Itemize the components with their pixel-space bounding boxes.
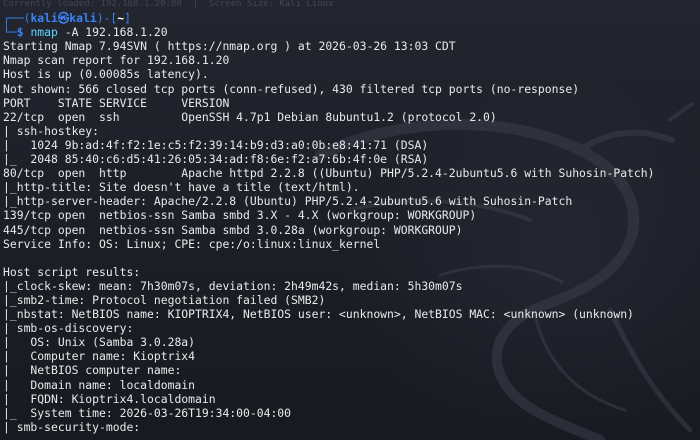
prompt-frame-middle: )-[: [96, 11, 118, 26]
output-line: Host is up (0.00085s latency).: [3, 67, 209, 82]
command-line[interactable]: └─$ nmap -A 192.168.1.20: [3, 25, 700, 39]
command-arguments: -A 192.168.1.20: [57, 25, 168, 40]
output-line: | OS: Unix (Samba 3.0.28a): [3, 335, 196, 350]
prompt-user-host: kali㉿kali: [30, 11, 97, 26]
output-line: Starting Nmap 7.94SVN ( https://nmap.org…: [3, 39, 456, 54]
prompt-frame-close: ]: [124, 11, 131, 26]
scan-output: Starting Nmap 7.94SVN ( https://nmap.org…: [3, 39, 700, 434]
output-line: 80/tcp open http Apache httpd 2.2.8 ((Ub…: [3, 166, 655, 181]
prompt-corner: └─: [3, 25, 17, 40]
output-line: |_ System time: 2026-03-26T19:34:00-04:0…: [3, 405, 292, 420]
output-line: | Computer name: Kioptrix4: [3, 349, 196, 364]
prompt-dollar: $: [16, 25, 31, 40]
terminal-window[interactable]: Currently loaded: 192.168.1.20:80 | Scre…: [0, 0, 700, 440]
terminal-output: Currently loaded: 192.168.1.20:80 | Scre…: [3, 0, 700, 434]
output-line: |_ 2048 85:40:c6:d5:41:26:05:34:ad:f8:6e…: [3, 152, 429, 167]
output-line: Not shown: 566 closed tcp ports (conn-re…: [3, 81, 580, 96]
output-line: 139/tcp open netbios-ssn Samba smbd 3.X …: [3, 208, 477, 223]
output-line: | smb-security-mode:: [3, 419, 141, 434]
output-line: |_http-server-header: Apache/2.2.8 (Ubun…: [3, 194, 573, 209]
output-line: | smb-os-discovery:: [3, 321, 134, 336]
output-line: PORT STATE SERVICE VERSION: [3, 95, 230, 110]
output-line: | FQDN: Kioptrix4.localdomain: [3, 391, 216, 406]
output-line: | ssh-hostkey:: [3, 123, 100, 138]
output-line: 445/tcp open netbios-ssn Samba smbd 3.0.…: [3, 222, 463, 237]
output-line: |_clock-skew: mean: 7h30m07s, deviation:…: [3, 278, 463, 293]
prompt-header: ┌──(kali㉿kali)-[~]: [3, 11, 700, 25]
output-line: Service Info: OS: Linux; CPE: cpe:/o:lin…: [3, 236, 381, 251]
output-line: | 1024 9b:ad:4f:f2:1e:c5:f2:39:14:b9:d3:…: [3, 137, 429, 152]
output-line: 22/tcp open ssh OpenSSH 4.7p1 Debian 8ub…: [3, 109, 497, 124]
output-line: Nmap scan report for 192.168.1.20: [3, 53, 230, 68]
output-line: |_nbstat: NetBIOS name: KIOPTRIX4, NetBI…: [3, 307, 634, 322]
output-line: |_smb2-time: Protocol negotiation failed…: [3, 292, 326, 307]
output-line: | NetBIOS computer name:: [3, 363, 182, 378]
output-line: Host script results:: [3, 264, 141, 279]
output-line: |_http-title: Site doesn't have a title …: [3, 180, 360, 195]
prompt-frame-open: ┌──(: [3, 11, 31, 26]
output-line: | Domain name: localdomain: [3, 377, 196, 392]
command-name: nmap: [30, 25, 58, 40]
ghost-text: Currently loaded: 192.168.1.20:80 | Scre…: [3, 0, 334, 9]
